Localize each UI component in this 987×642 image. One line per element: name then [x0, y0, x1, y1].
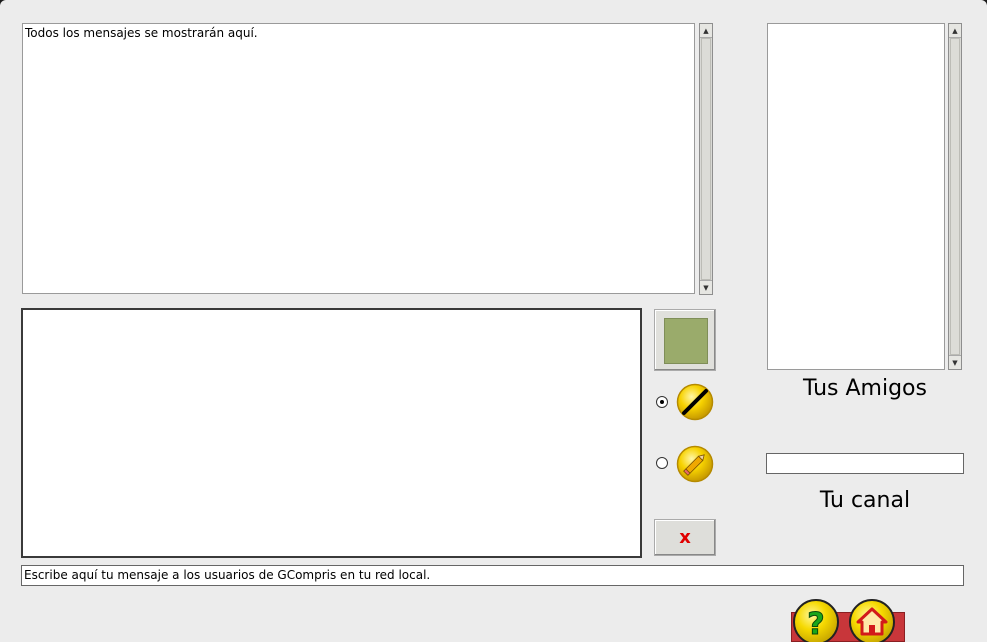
- color-swatch: [664, 318, 708, 364]
- scroll-down-arrow[interactable]: ▼: [949, 355, 961, 369]
- message-input[interactable]: Escribe aquí tu mensaje a los usuarios d…: [21, 565, 964, 586]
- friends-label: Tus Amigos: [803, 376, 927, 401]
- scroll-down-arrow[interactable]: ▼: [700, 280, 712, 294]
- messages-placeholder: Todos los mensajes se mostrarán aquí.: [25, 26, 258, 40]
- line-tool-radio[interactable]: [656, 396, 668, 408]
- pencil-tool-radio[interactable]: [656, 457, 668, 469]
- scroll-up-arrow[interactable]: ▲: [700, 24, 712, 38]
- scroll-thumb[interactable]: [701, 38, 711, 280]
- home-icon[interactable]: [848, 598, 896, 642]
- clear-icon: x: [679, 527, 691, 548]
- channel-label: Tu canal: [819, 488, 911, 513]
- clear-drawing-button[interactable]: x: [654, 519, 716, 556]
- line-tool-icon[interactable]: [676, 383, 714, 421]
- color-picker-button[interactable]: [654, 309, 716, 371]
- scroll-thumb[interactable]: [950, 38, 960, 355]
- scroll-up-arrow[interactable]: ▲: [949, 24, 961, 38]
- messages-scrollbar[interactable]: ▲ ▼: [699, 23, 713, 295]
- friends-list[interactable]: [767, 23, 945, 370]
- svg-text:?: ?: [807, 607, 824, 642]
- pencil-icon[interactable]: [676, 445, 714, 483]
- drawing-canvas[interactable]: [21, 308, 642, 558]
- friends-scrollbar[interactable]: ▲ ▼: [948, 23, 962, 370]
- messages-log: Todos los mensajes se mostrarán aquí.: [22, 23, 695, 294]
- channel-input[interactable]: [766, 453, 964, 474]
- question-icon[interactable]: ?: [792, 598, 840, 642]
- chat-activity-window: Todos los mensajes se mostrarán aquí. ▲ …: [0, 0, 987, 642]
